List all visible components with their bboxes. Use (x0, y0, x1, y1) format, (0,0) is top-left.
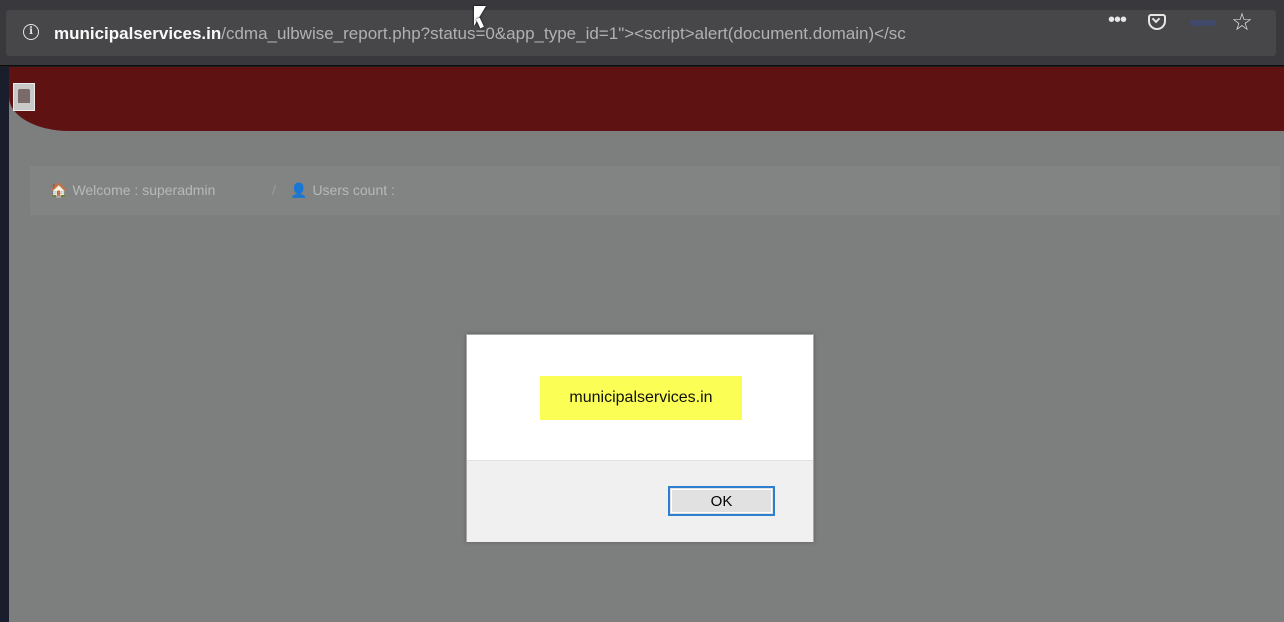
url-bar[interactable]: i municipalservices.in/cdma_ulbwise_repo… (6, 10, 1276, 56)
site-header (9, 67, 1284, 131)
alert-message: municipalservices.in (540, 376, 742, 420)
breadcrumb-separator: / (272, 182, 276, 198)
breadcrumb-users-count: 👤 Users count : (290, 166, 395, 215)
ok-button[interactable]: OK (668, 486, 775, 516)
alert-footer: OK (467, 460, 813, 542)
url-fade (1026, 18, 1086, 48)
pocket-icon[interactable] (1145, 11, 1169, 35)
left-edge (0, 67, 9, 622)
page-actions-menu-button[interactable]: ••• (1108, 10, 1134, 35)
browser-toolbar: i municipalservices.in/cdma_ulbwise_repo… (0, 0, 1284, 66)
extension-icon[interactable] (1190, 20, 1216, 26)
welcome-text: Welcome : superadmin (72, 182, 216, 198)
alert-dialog: municipalservices.in OK (466, 334, 814, 542)
star-icon[interactable]: ☆ (1228, 11, 1256, 35)
home-icon: 🏠 (50, 182, 68, 198)
breadcrumb: 🏠 Welcome : superadmin / 👤 Users count : (30, 166, 1280, 215)
breadcrumb-welcome[interactable]: 🏠 Welcome : superadmin (50, 166, 215, 215)
url-text[interactable]: municipalservices.in/cdma_ulbwise_report… (54, 23, 1084, 45)
users-count-text: Users count : (312, 182, 395, 198)
url-path: /cdma_ulbwise_report.php?status=0&app_ty… (221, 24, 906, 43)
url-host: municipalservices.in (54, 24, 222, 43)
info-icon[interactable]: i (23, 24, 39, 40)
site-logo-icon[interactable] (13, 83, 35, 111)
user-icon: 👤 (290, 182, 308, 198)
